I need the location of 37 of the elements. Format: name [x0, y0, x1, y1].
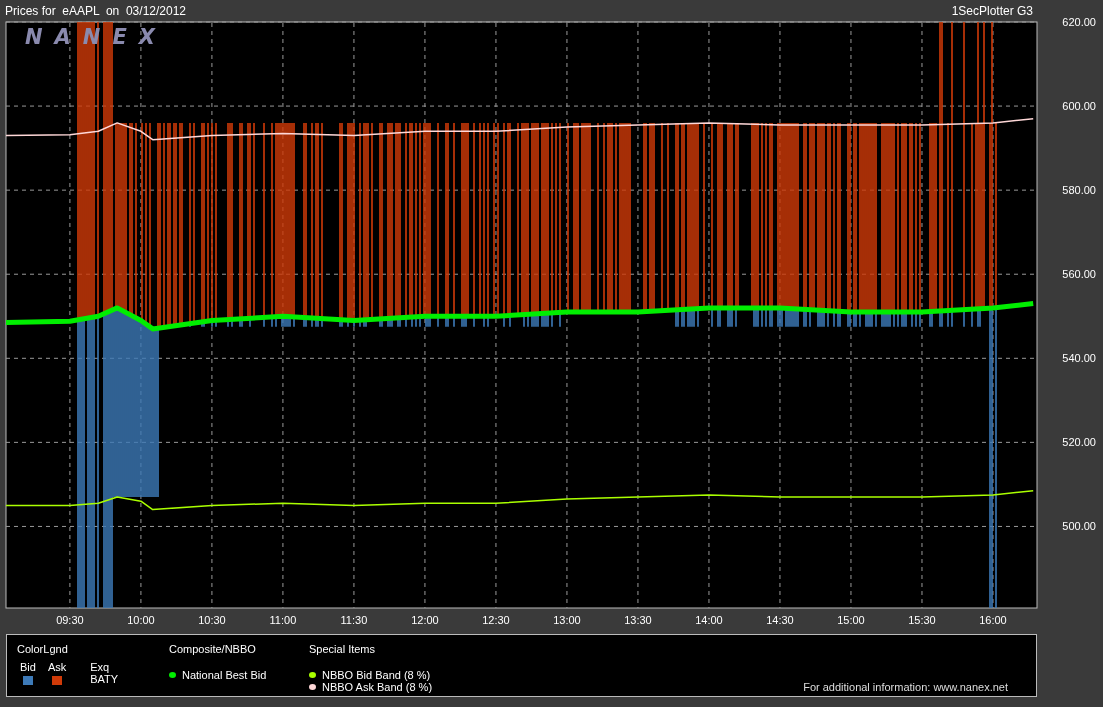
legend-label: Bid [20, 661, 36, 673]
legend-heading: ColorLgnd [17, 643, 69, 655]
y-tick-label: 500.00 [1062, 520, 1096, 533]
x-tick-label: 11:30 [340, 614, 368, 626]
y-tick-label: 600.00 [1062, 100, 1096, 113]
app-name: 1SecPlotter G3 [951, 4, 1033, 18]
info-link-text: For additional information: www.nanex.net [803, 681, 1008, 693]
x-tick-label: 12:30 [482, 614, 510, 626]
exchange-label: BATY [90, 673, 119, 685]
x-tick-label: 10:30 [198, 614, 226, 626]
legend-dot [309, 672, 316, 678]
x-tick-label: 09:30 [56, 614, 84, 626]
x-tick-label: 16:00 [979, 614, 1007, 626]
y-tick-label: 580.00 [1062, 184, 1096, 197]
x-tick-label: 15:30 [908, 614, 936, 626]
legend-label: NBBO Ask Band (8 %) [322, 681, 433, 693]
y-tick-label: 560.00 [1062, 268, 1096, 281]
legend-label: National Best Bid [182, 669, 267, 681]
x-tick-label: 14:30 [766, 614, 794, 626]
x-tick-label: 13:00 [553, 614, 581, 626]
y-tick-label: 520.00 [1062, 436, 1096, 449]
legend-dot [309, 684, 316, 690]
y-tick-label: 540.00 [1062, 352, 1096, 365]
x-tick-label: 11:00 [269, 614, 297, 626]
legend-heading: Special Items [309, 643, 377, 655]
legend-label: Ask [47, 661, 67, 673]
x-tick-label: 15:00 [837, 614, 865, 626]
legend-label: Exq [90, 661, 110, 673]
y-tick-label: 620.00 [1062, 16, 1096, 28]
legend-label: NBBO Bid Band (8 %) [322, 669, 431, 681]
x-tick-label: 12:00 [411, 614, 439, 626]
x-tick-label: 13:30 [624, 614, 652, 626]
x-tick-label: 14:00 [695, 614, 723, 626]
x-tick-label: 10:00 [127, 614, 155, 626]
legend-dot [169, 672, 176, 678]
legend-heading: Composite/NBBO [169, 643, 257, 655]
chart-title: Prices for eAAPL on 03/12/2012 [5, 4, 186, 18]
